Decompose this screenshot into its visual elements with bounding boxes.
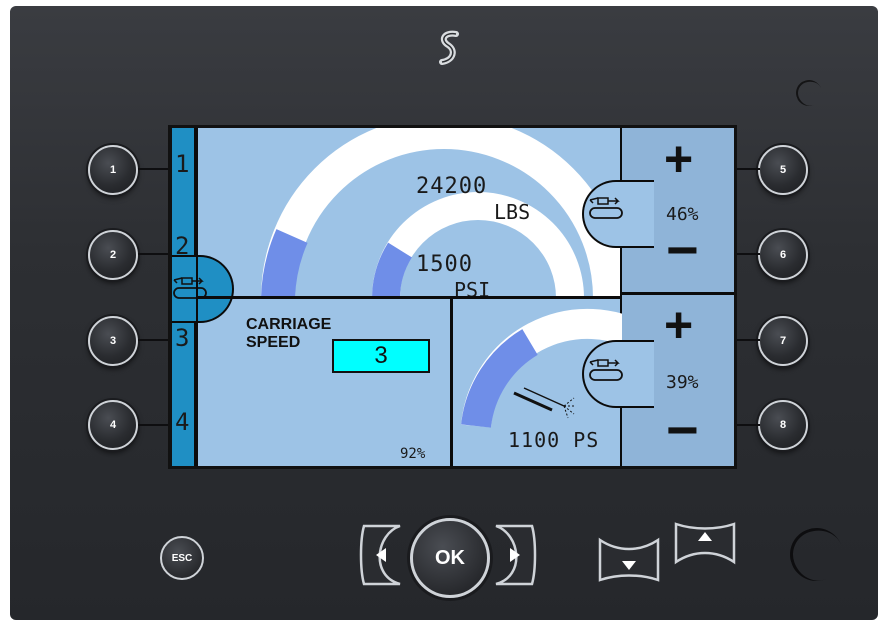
key-connector (138, 424, 172, 426)
spray-nozzle-icon (513, 387, 576, 419)
softkey-5[interactable]: 5 (758, 145, 808, 195)
decrease-bottom-button[interactable]: − (666, 402, 699, 458)
left-arrow-button[interactable] (356, 520, 406, 590)
esc-button[interactable]: ESC (160, 536, 204, 580)
pressure-gauges (261, 128, 622, 298)
key-connector (734, 253, 760, 255)
carriage-speed-value: 3 (374, 342, 388, 369)
vehicle-icon (589, 197, 623, 219)
main-pressure-value: 24200 (416, 174, 488, 199)
increase-bottom-button[interactable]: + (664, 300, 693, 350)
carriage-percent: 92% (400, 446, 426, 462)
decrease-top-button[interactable]: − (666, 222, 699, 278)
softkey-3[interactable]: 3 (88, 316, 138, 366)
key-connector (734, 424, 760, 426)
down-arrow-button[interactable] (594, 530, 664, 586)
brand-logo-icon (439, 30, 459, 65)
small-pressure-value: 1100 PS (508, 428, 600, 452)
adjust-percent-bottom: 39% (666, 372, 699, 393)
key-connector (138, 339, 172, 341)
up-arrow-button[interactable] (670, 518, 740, 574)
sidebar-number-3: 3 (175, 324, 190, 352)
sidebar-number-4: 4 (175, 408, 190, 436)
softkey-8[interactable]: 8 (758, 400, 808, 450)
increase-top-button[interactable]: + (664, 134, 693, 184)
divider (196, 128, 198, 466)
softkey-4[interactable]: 4 (88, 400, 138, 450)
softkey-2[interactable]: 2 (88, 230, 138, 280)
key-connector (138, 253, 172, 255)
softkey-1[interactable]: 1 (88, 145, 138, 195)
key-connector (138, 168, 172, 170)
lcd-screen: 1 2 3 4 24200 LBS 1500 PSI CARRIAGE SPEE… (172, 128, 734, 466)
key-connector (734, 339, 760, 341)
main-pressure-unit: LBS (494, 200, 531, 224)
right-arrow-button[interactable] (490, 520, 540, 590)
softkey-7[interactable]: 7 (758, 316, 808, 366)
softkey-6[interactable]: 6 (758, 230, 808, 280)
key-connector (734, 168, 760, 170)
carriage-speed-field[interactable]: 3 (332, 339, 430, 373)
inner-pressure-value: 1500 (416, 252, 473, 277)
ok-button[interactable]: OK (410, 518, 490, 598)
sidebar-number-1: 1 (175, 150, 190, 178)
vehicle-icon (589, 359, 623, 381)
carriage-title: CARRIAGE SPEED (246, 316, 332, 351)
